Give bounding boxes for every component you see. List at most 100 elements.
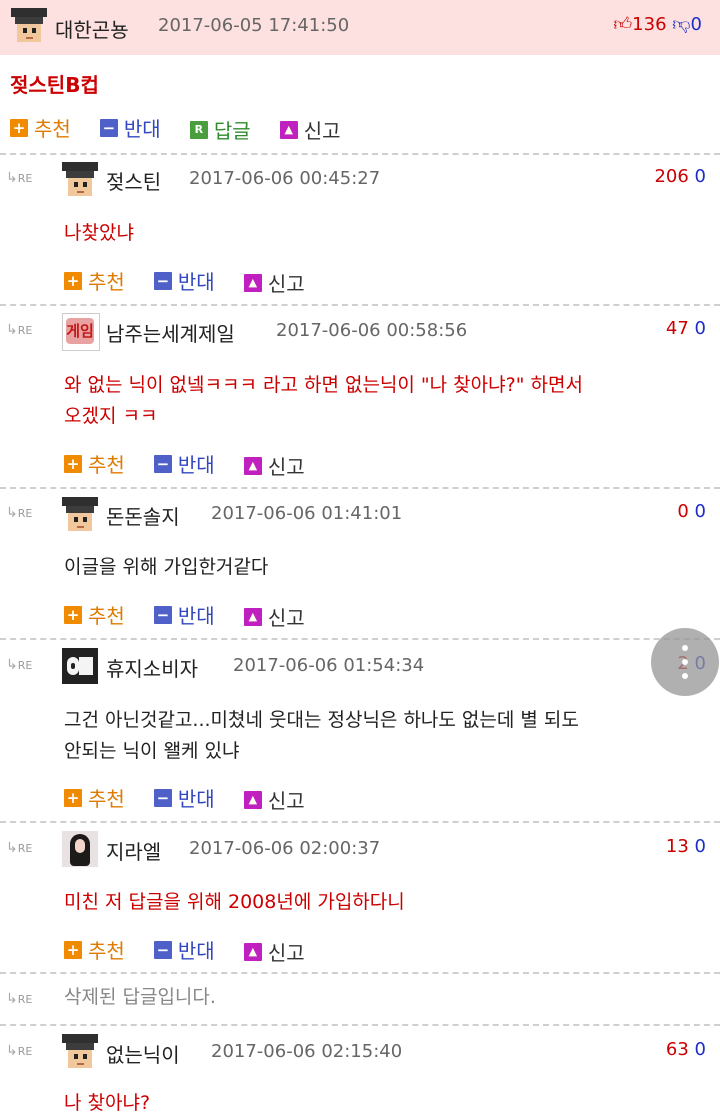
recommend-button[interactable]: + 추천: [10, 113, 71, 142]
reply-arrow-icon: ↳: [6, 505, 18, 521]
recommend-button[interactable]: + 추천: [64, 266, 125, 295]
more-dots-icon: [682, 645, 688, 651]
reply-button[interactable]: R 답글: [189, 115, 251, 144]
comment-text: 나찾았냐: [64, 222, 134, 244]
avatar-text: 게임: [66, 318, 94, 344]
oppose-button[interactable]: − 반대: [153, 266, 215, 295]
recommend-button[interactable]: + 추천: [64, 600, 125, 629]
comment-author[interactable]: 돈돈솔지: [106, 501, 180, 530]
comment-author[interactable]: 휴지소비자: [106, 653, 198, 682]
report-button[interactable]: ▲ 신고: [243, 602, 305, 631]
divider: [0, 972, 720, 974]
report-label: 신고: [267, 606, 305, 630]
oppose-button[interactable]: − 반대: [99, 113, 161, 142]
report-button[interactable]: ▲ 신고: [279, 115, 341, 144]
comment-datetime: 2017-06-06 02:00:37: [189, 838, 381, 859]
minus-icon: −: [153, 454, 172, 473]
more-dot: [682, 673, 688, 679]
comment-author[interactable]: 없는닉이: [106, 1039, 180, 1068]
recommend-button[interactable]: + 추천: [64, 783, 125, 812]
default-avatar-icon[interactable]: [62, 1034, 98, 1070]
deleted-comment-text: 삭제된 답글입니다.: [64, 986, 216, 1008]
oppose-label: 반대: [123, 117, 161, 141]
divider: [0, 821, 720, 823]
more-dot: [682, 659, 688, 665]
minus-icon: −: [99, 118, 118, 137]
comment-author[interactable]: 젖스틴: [106, 166, 161, 195]
reply-indicator: ↳RE: [6, 322, 33, 338]
comment-upvotes: 63: [665, 1039, 689, 1060]
oppose-button[interactable]: − 반대: [153, 600, 215, 629]
recommend-button[interactable]: + 추천: [64, 449, 125, 478]
oppose-button[interactable]: − 반대: [153, 935, 215, 964]
oppose-label: 반대: [177, 787, 215, 811]
photo-avatar-icon[interactable]: [62, 831, 98, 867]
default-avatar-icon[interactable]: [11, 8, 47, 44]
divider: [0, 1024, 720, 1026]
reply-indicator: ↳RE: [6, 991, 33, 1007]
comment-votes: 13 0: [666, 836, 706, 857]
post-header: 대한곤뇽 2017-06-05 17:41:50 👍︎136 👎︎0: [0, 0, 720, 55]
recommend-label: 추천: [88, 787, 125, 811]
toilet-paper-avatar-icon[interactable]: [62, 648, 98, 684]
report-label: 신고: [267, 941, 305, 965]
report-button[interactable]: ▲ 신고: [243, 451, 305, 480]
thumbs-down-icon[interactable]: 👎︎: [672, 14, 690, 35]
oppose-button[interactable]: − 반대: [153, 449, 215, 478]
post-author[interactable]: 대한곤뇽: [55, 14, 129, 43]
report-button[interactable]: ▲ 신고: [243, 937, 305, 966]
game-avatar-icon[interactable]: 게임: [62, 313, 100, 351]
comment-votes: 47 0: [666, 318, 706, 339]
divider: [0, 487, 720, 489]
comment-downvotes: 0: [694, 1039, 706, 1060]
reply-arrow-icon: ↳: [6, 322, 18, 338]
floating-more-button[interactable]: [651, 628, 719, 696]
comment-text: 그건 아닌것같고...미쳤네 웃대는 정상닉은 하나도 없는데 별 되도 안되는 …: [64, 709, 579, 762]
recommend-label: 추천: [88, 453, 125, 477]
report-label: 신고: [267, 455, 305, 479]
siren-icon: ▲: [279, 120, 298, 139]
comment-author[interactable]: 남주는세계제일: [106, 318, 235, 347]
minus-icon: −: [153, 605, 172, 624]
oppose-label: 반대: [177, 939, 215, 963]
comment-upvotes: 0: [677, 501, 689, 522]
comment-author[interactable]: 지라엘: [106, 836, 161, 865]
comment-text: 미친 저 답글을 위해 2008년에 가입하다니: [64, 891, 405, 913]
comment-actions: + 추천 − 반대 ▲ 신고: [64, 600, 329, 630]
comment-text: 나 찾아냐?: [64, 1092, 151, 1114]
reply-arrow-icon: ↳: [6, 1043, 18, 1059]
comment-actions: + 추천 − 반대 ▲ 신고: [64, 783, 329, 813]
comment-downvotes: 0: [694, 501, 706, 522]
plus-icon: +: [64, 940, 82, 959]
comment-upvotes: 206: [654, 166, 689, 187]
default-avatar-icon[interactable]: [62, 162, 98, 198]
comment-datetime: 2017-06-06 01:54:34: [233, 655, 425, 676]
oppose-label: 반대: [177, 604, 215, 628]
minus-icon: −: [153, 940, 172, 959]
oppose-button[interactable]: − 반대: [153, 783, 215, 812]
comment-upvotes: 47: [665, 318, 689, 339]
thumbs-up-icon[interactable]: 👍︎: [613, 14, 632, 35]
report-label: 신고: [267, 789, 305, 813]
recommend-label: 추천: [88, 604, 125, 628]
comment-actions: + 추천 − 반대 ▲ 신고: [64, 449, 329, 479]
reply-arrow-icon: ↳: [6, 840, 18, 856]
reply-indicator: ↳RE: [6, 657, 33, 673]
comment-datetime: 2017-06-06 01:41:01: [211, 503, 403, 524]
default-avatar-icon[interactable]: [62, 497, 98, 533]
report-button[interactable]: ▲ 신고: [243, 785, 305, 814]
comment-downvotes: 0: [694, 318, 706, 339]
plus-icon: +: [64, 454, 82, 473]
minus-icon: −: [153, 271, 172, 290]
report-button[interactable]: ▲ 신고: [243, 268, 305, 297]
siren-icon: ▲: [243, 942, 262, 961]
post-upvotes: 136: [632, 14, 667, 35]
recommend-button[interactable]: + 추천: [64, 935, 125, 964]
divider: [0, 153, 720, 155]
comment-text: 이글을 위해 가입한거같다: [64, 556, 269, 578]
comment-votes: 0 0: [677, 501, 706, 522]
report-label: 신고: [303, 119, 341, 143]
comment-actions: + 추천 − 반대 ▲ 신고: [64, 935, 329, 965]
reply-indicator: ↳RE: [6, 505, 33, 521]
reply-arrow-icon: ↳: [6, 991, 18, 1007]
